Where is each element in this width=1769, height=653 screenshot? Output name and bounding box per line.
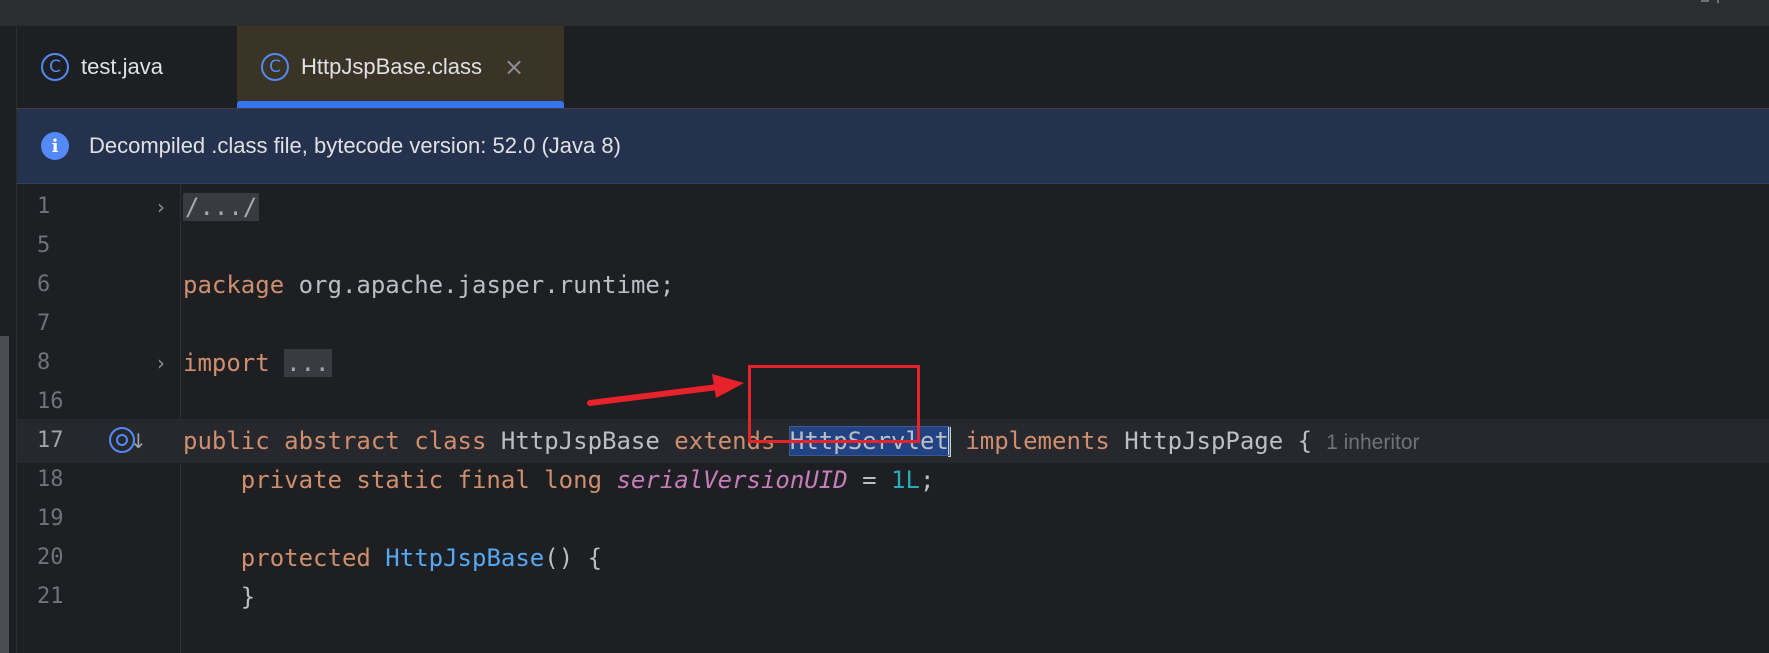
keyword: private static final long [240,466,603,494]
tab-label: HttpJspBase.class [301,54,482,79]
tab-label: test.java [81,54,163,79]
inheritor-hint[interactable]: 1 inheritor [1326,431,1419,454]
line-number: 18 [37,467,64,492]
folded-region[interactable]: /.../ [183,193,260,221]
class-name: HttpJspBase [500,427,660,455]
class-icon: C [261,53,289,81]
text-caret [947,427,951,457]
interface-name: HttpJspPage [1124,427,1284,455]
line-number: 5 [37,233,51,258]
folded-imports[interactable]: ... [284,349,332,377]
field-name: serialVersionUID [616,466,848,494]
code-line[interactable]: 18 private static final long serialVersi… [17,458,1769,502]
tab-test-java[interactable]: C test.java [17,26,237,108]
code-line[interactable]: 20 protected HttpJspBase() { [17,536,1769,580]
scrollbar-thumb[interactable] [0,336,9,653]
number-literal: 1L [891,466,920,494]
code-line[interactable]: 21 } [17,575,1769,619]
method-name: HttpJspBase [385,544,545,572]
line-number: 21 [37,584,64,609]
code-line[interactable]: 5 [17,224,1769,268]
semicolon: ; [919,466,935,494]
keyword: implements [965,427,1110,455]
line-number: 20 [37,545,64,570]
operator: = [847,466,892,494]
decompiled-notice-banner: i Decompiled .class file, bytecode versi… [17,109,1769,184]
keyword: import [183,349,270,377]
keyword: protected [240,544,371,572]
line-number: 17 [37,428,64,453]
window-top-bar [0,0,1769,27]
code-line[interactable]: 7 [17,302,1769,346]
line-number: 7 [37,311,51,336]
fold-chevron-icon[interactable]: › [157,185,165,229]
keyword: public abstract class [183,427,487,455]
editor-tab-bar: C test.java C HttpJspBase.class × [17,26,1769,109]
keyword: package [183,271,285,299]
code-line[interactable]: 19 [17,497,1769,541]
arrow-down-icon: ↓ [130,429,147,453]
fold-chevron-icon[interactable]: › [157,341,165,385]
close-icon[interactable]: × [504,53,524,81]
window-control-icon[interactable] [1701,0,1729,3]
annotation-highlight-box [748,365,920,443]
code-line[interactable]: 1 › /.../ [17,185,1769,229]
brace: } [240,583,256,611]
line-number: 19 [37,506,64,531]
line-number: 1 [37,194,51,219]
line-number: 8 [37,350,51,375]
brace: { [1297,427,1313,455]
package-name: org.apache.jasper.runtime; [284,271,675,299]
notice-text: Decompiled .class file, bytecode version… [89,133,621,158]
method-params: () { [544,544,603,572]
tab-httpjspbase-class[interactable]: C HttpJspBase.class × [237,26,564,108]
tool-window-strip [0,26,17,653]
info-icon: i [41,132,69,160]
class-icon: C [41,53,69,81]
line-number: 16 [37,389,64,414]
line-number: 6 [37,272,51,297]
code-line[interactable]: 6 package org.apache.jasper.runtime; [17,263,1769,307]
